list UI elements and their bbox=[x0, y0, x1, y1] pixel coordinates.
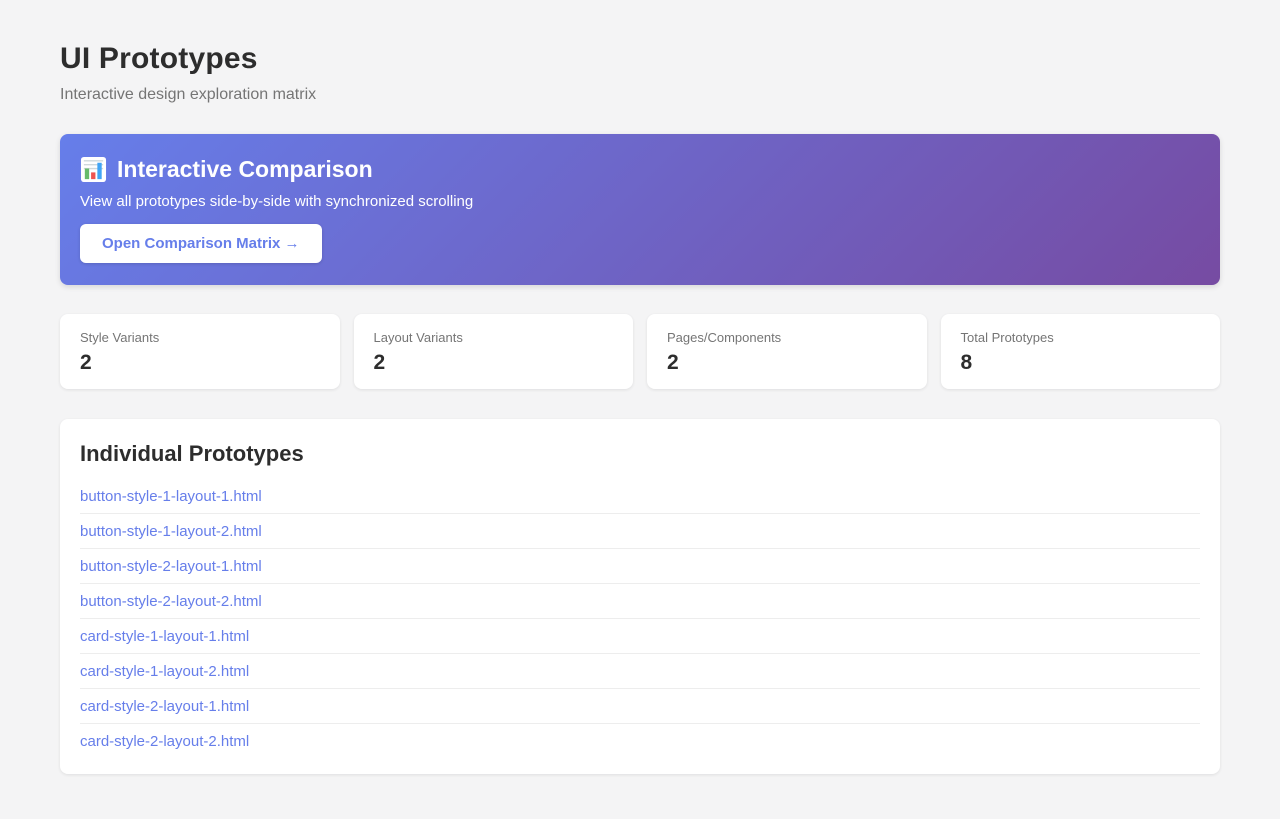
stat-label: Pages/Components bbox=[667, 330, 907, 345]
prototype-link-button-style-2-layout-2[interactable]: button-style-2-layout-2.html bbox=[80, 584, 262, 618]
stat-label: Layout Variants bbox=[374, 330, 614, 345]
list-item: card-style-1-layout-2.html bbox=[80, 654, 1200, 689]
list-item: button-style-1-layout-1.html bbox=[80, 479, 1200, 514]
stat-card-total-prototypes: Total Prototypes 8 bbox=[941, 314, 1221, 389]
bar-chart-icon bbox=[80, 156, 107, 183]
prototype-link-card-style-1-layout-2[interactable]: card-style-1-layout-2.html bbox=[80, 654, 249, 688]
prototype-link-button-style-2-layout-1[interactable]: button-style-2-layout-1.html bbox=[80, 549, 262, 583]
list-item: card-style-2-layout-1.html bbox=[80, 689, 1200, 724]
prototype-link-button-style-1-layout-2[interactable]: button-style-1-layout-2.html bbox=[80, 514, 262, 548]
prototype-list: button-style-1-layout-1.html button-styl… bbox=[80, 479, 1200, 758]
stat-card-style-variants: Style Variants 2 bbox=[60, 314, 340, 389]
individual-prototypes-heading: Individual Prototypes bbox=[80, 441, 1200, 467]
stat-value: 2 bbox=[80, 351, 320, 375]
list-item: button-style-2-layout-2.html bbox=[80, 584, 1200, 619]
list-item: button-style-2-layout-1.html bbox=[80, 549, 1200, 584]
stats-row: Style Variants 2 Layout Variants 2 Pages… bbox=[60, 314, 1220, 389]
prototype-link-button-style-1-layout-1[interactable]: button-style-1-layout-1.html bbox=[80, 479, 262, 513]
page-subtitle: Interactive design exploration matrix bbox=[60, 86, 1220, 104]
stat-label: Total Prototypes bbox=[961, 330, 1201, 345]
individual-prototypes-card: Individual Prototypes button-style-1-lay… bbox=[60, 419, 1220, 774]
stat-card-pages-components: Pages/Components 2 bbox=[647, 314, 927, 389]
prototype-link-card-style-2-layout-2[interactable]: card-style-2-layout-2.html bbox=[80, 724, 249, 758]
banner-title-row: Interactive Comparison bbox=[80, 156, 1200, 183]
open-comparison-matrix-button[interactable]: Open Comparison Matrix → bbox=[80, 224, 322, 263]
banner-description: View all prototypes side-by-side with sy… bbox=[80, 193, 1200, 210]
interactive-comparison-banner: Interactive Comparison View all prototyp… bbox=[60, 134, 1220, 285]
list-item: button-style-1-layout-2.html bbox=[80, 514, 1200, 549]
page-title: UI Prototypes bbox=[60, 42, 1220, 76]
list-item: card-style-1-layout-1.html bbox=[80, 619, 1200, 654]
stat-card-layout-variants: Layout Variants 2 bbox=[354, 314, 634, 389]
stat-value: 8 bbox=[961, 351, 1201, 375]
prototype-link-card-style-1-layout-1[interactable]: card-style-1-layout-1.html bbox=[80, 619, 249, 653]
list-item: card-style-2-layout-2.html bbox=[80, 724, 1200, 758]
stat-value: 2 bbox=[374, 351, 614, 375]
stat-label: Style Variants bbox=[80, 330, 320, 345]
banner-title: Interactive Comparison bbox=[117, 156, 373, 183]
page: UI Prototypes Interactive design explora… bbox=[0, 0, 1280, 819]
prototype-link-card-style-2-layout-1[interactable]: card-style-2-layout-1.html bbox=[80, 689, 249, 723]
stat-value: 2 bbox=[667, 351, 907, 375]
